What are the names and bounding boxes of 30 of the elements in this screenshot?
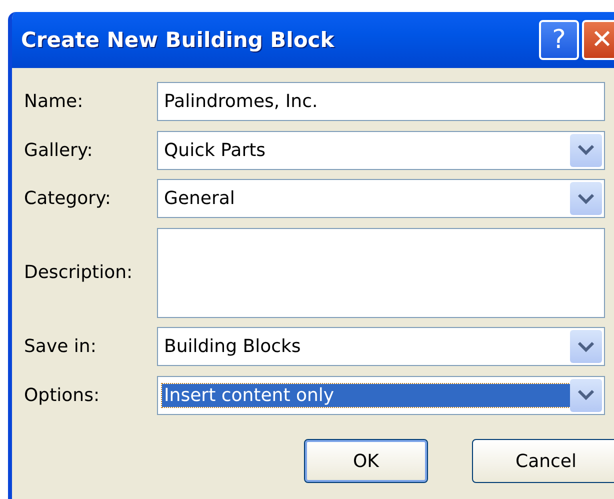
dropdown-field[interactable]: Insert content only [157,376,605,414]
field-label: Name: [24,91,84,112]
field-label: Gallery: [24,140,94,160]
ok-button[interactable]: OK [304,439,428,483]
chevron-down-icon [577,144,595,156]
chevron-down-icon [577,192,595,204]
dropdown-button[interactable] [570,182,602,215]
field-value: Palindromes, Inc. [163,90,319,113]
field-label: Save in: [24,336,98,357]
field-value: Quick Parts [163,138,267,162]
dropdown-button[interactable] [570,378,602,412]
help-button[interactable]: ? [539,20,579,60]
dropdown-field[interactable]: General [157,179,605,218]
field-label: Options: [24,384,101,406]
text-field[interactable]: Palindromes, Inc. [157,82,605,121]
dropdown-button[interactable] [570,134,602,166]
dropdown-button[interactable] [570,330,602,363]
field-value: Insert content only [162,384,570,406]
close-button[interactable]: ✕ [582,20,614,60]
description-field[interactable] [157,228,605,318]
chevron-down-icon [577,389,595,401]
window-title: Create New Building Block [21,28,334,52]
dropdown-field[interactable]: Quick Parts [157,130,605,170]
field-value: Building Blocks [163,335,302,358]
chevron-down-icon [577,340,595,352]
cancel-button[interactable]: Cancel [472,439,614,483]
dropdown-field[interactable]: Building Blocks [157,327,605,366]
field-label: Category: [24,188,112,209]
field-label: Description: [24,262,134,283]
field-value: General [163,187,236,210]
